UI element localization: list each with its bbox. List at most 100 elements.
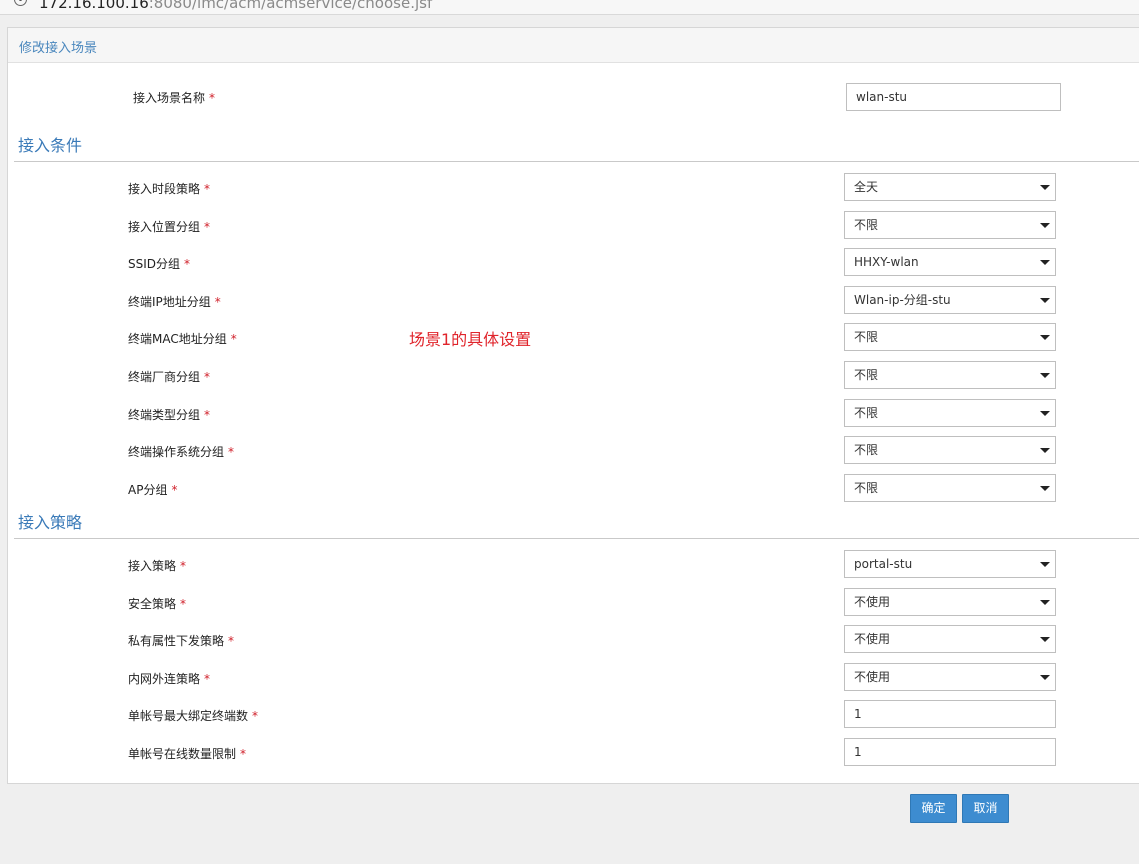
chevron-down-icon	[1040, 223, 1050, 228]
required-mark: *	[228, 634, 235, 648]
required-mark: *	[228, 445, 235, 459]
condition-label: 终端IP地址分组 *	[128, 293, 221, 310]
condition-label-text: 接入时段策略	[128, 182, 201, 196]
required-mark: *	[204, 220, 211, 234]
scene-name-input[interactable]: wlan-stu	[846, 83, 1061, 111]
condition-value: HHXY-wlan	[854, 255, 919, 269]
condition-label-text: SSID分组	[128, 257, 181, 271]
condition-label: 终端厂商分组 *	[128, 368, 210, 385]
condition-select[interactable]: 不限	[844, 323, 1056, 351]
policy-label-text: 单帐号在线数量限制	[128, 747, 237, 761]
policy-label: 单帐号最大绑定终端数 *	[128, 707, 258, 724]
condition-select[interactable]: 不限	[844, 211, 1056, 239]
policy-value: 1	[854, 707, 862, 721]
chevron-down-icon	[1040, 373, 1050, 378]
condition-value: 全天	[854, 180, 879, 194]
condition-label: 接入时段策略 *	[128, 180, 210, 197]
chevron-down-icon	[1040, 298, 1050, 303]
condition-value: 不限	[854, 218, 879, 232]
condition-select[interactable]: 不限	[844, 474, 1056, 502]
condition-value: 不限	[854, 481, 879, 495]
required-mark: *	[214, 295, 221, 309]
required-mark: *	[204, 672, 211, 686]
condition-label: 终端MAC地址分组 *	[128, 330, 237, 347]
browser-address-bar[interactable]: i 172.16.100.16:8080/imc/acm/acmservice/…	[0, 0, 1139, 15]
required-mark: *	[180, 597, 187, 611]
required-mark: *	[180, 559, 187, 573]
policy-select[interactable]: 不使用	[844, 588, 1056, 616]
chevron-down-icon	[1040, 562, 1050, 567]
chevron-down-icon	[1040, 185, 1050, 190]
required-mark: *	[204, 370, 211, 384]
condition-value: 不限	[854, 443, 879, 457]
policy-label: 单帐号在线数量限制 *	[128, 745, 246, 762]
scene-name-value: wlan-stu	[856, 90, 907, 104]
required-mark: *	[184, 257, 191, 271]
policy-label-text: 安全策略	[128, 597, 177, 611]
policy-value: 不使用	[854, 595, 891, 609]
chevron-down-icon	[1040, 411, 1050, 416]
condition-label: SSID分组 *	[128, 255, 190, 272]
url-host: 172.16.100.16	[39, 0, 149, 12]
required-mark: *	[204, 182, 211, 196]
required-mark: *	[252, 709, 259, 723]
condition-label-text: 终端厂商分组	[128, 370, 201, 384]
section-title-policies: 接入策略	[18, 513, 83, 532]
policy-label: 内网外连策略 *	[128, 670, 210, 687]
policy-label: 私有属性下发策略 *	[128, 632, 234, 649]
section-title-conditions: 接入条件	[18, 136, 83, 155]
chevron-down-icon	[1040, 675, 1050, 680]
condition-label: 终端操作系统分组 *	[128, 443, 234, 460]
policy-label: 接入策略 *	[128, 557, 186, 574]
required-mark: *	[171, 483, 178, 497]
condition-value: 不限	[854, 330, 879, 344]
annotation-text: 场景1的具体设置	[409, 330, 532, 349]
condition-select[interactable]: 不限	[844, 399, 1056, 427]
condition-label-text: 终端IP地址分组	[128, 295, 211, 309]
policy-input[interactable]: 1	[844, 738, 1056, 766]
chevron-down-icon	[1040, 448, 1050, 453]
policy-label-text: 私有属性下发策略	[128, 634, 225, 648]
condition-label: 终端类型分组 *	[128, 406, 210, 423]
policy-select[interactable]: 不使用	[844, 663, 1056, 691]
condition-value: Wlan-ip-分组-stu	[854, 293, 951, 307]
panel-title: 修改接入场景	[19, 41, 98, 56]
condition-select[interactable]: HHXY-wlan	[844, 248, 1056, 276]
chevron-down-icon	[1040, 335, 1050, 340]
condition-label-text: 接入位置分组	[128, 220, 201, 234]
section-divider	[14, 538, 1139, 539]
condition-label-text: 终端操作系统分组	[128, 445, 225, 459]
policy-input[interactable]: 1	[844, 700, 1056, 728]
condition-label-text: AP分组	[128, 483, 168, 497]
policy-label-text: 单帐号最大绑定终端数	[128, 709, 249, 723]
required-mark: *	[209, 91, 216, 105]
condition-label-text: 终端类型分组	[128, 408, 201, 422]
policy-label-text: 接入策略	[128, 559, 177, 573]
url-text[interactable]: 172.16.100.16:8080/imc/acm/acmservice/ch…	[39, 0, 432, 12]
section-divider	[14, 161, 1139, 162]
policy-label: 安全策略 *	[128, 595, 186, 612]
policy-value: 1	[854, 745, 862, 759]
scene-name-label-text: 接入场景名称	[133, 91, 206, 105]
chevron-down-icon	[1040, 260, 1050, 265]
condition-value: 不限	[854, 406, 879, 420]
policy-value: portal-stu	[854, 557, 913, 571]
condition-select[interactable]: 不限	[844, 361, 1056, 389]
condition-value: 不限	[854, 368, 879, 382]
policy-select[interactable]: 不使用	[844, 625, 1056, 653]
scene-name-label: 接入场景名称 *	[133, 89, 215, 106]
condition-label-text: 终端MAC地址分组	[128, 332, 227, 346]
required-mark: *	[240, 747, 247, 761]
policy-value: 不使用	[854, 632, 891, 646]
cancel-button[interactable]: 取消	[962, 794, 1009, 823]
policy-select[interactable]: portal-stu	[844, 550, 1056, 578]
condition-select[interactable]: 全天	[844, 173, 1056, 201]
info-icon[interactable]: i	[14, 0, 27, 6]
chevron-down-icon	[1040, 600, 1050, 605]
condition-select[interactable]: 不限	[844, 436, 1056, 464]
condition-label: 接入位置分组 *	[128, 218, 210, 235]
ok-button[interactable]: 确定	[910, 794, 957, 823]
condition-select[interactable]: Wlan-ip-分组-stu	[844, 286, 1056, 314]
condition-label: AP分组 *	[128, 481, 177, 498]
panel-header: 修改接入场景	[8, 28, 1139, 63]
